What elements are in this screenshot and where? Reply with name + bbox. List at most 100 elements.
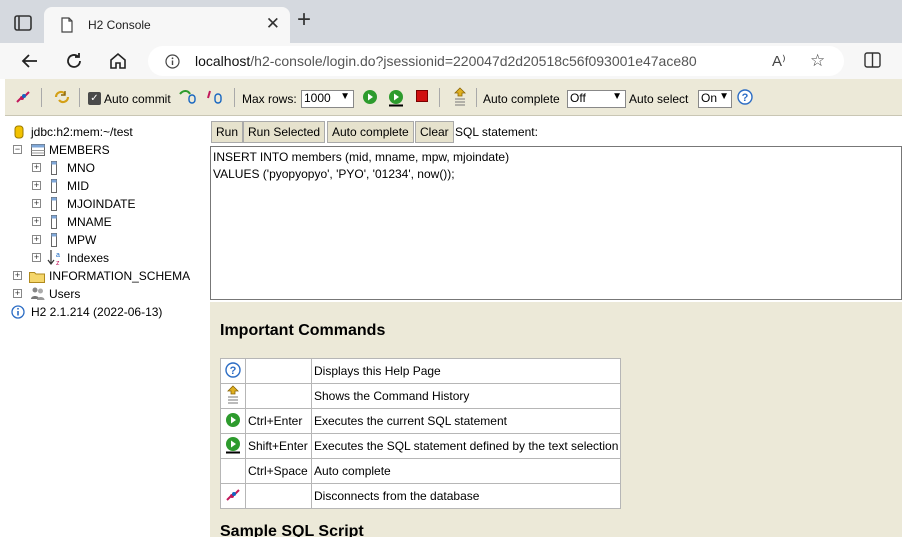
users-label: Users bbox=[49, 287, 81, 301]
svg-text:a: a bbox=[56, 252, 60, 259]
description-cell: Disconnects from the database bbox=[310, 483, 622, 509]
home-icon[interactable] bbox=[108, 51, 128, 71]
expand-icon[interactable]: + bbox=[32, 235, 41, 244]
browser-tab[interactable]: H2 Console ✕ bbox=[44, 7, 290, 43]
address-bar-row: localhost/h2-console/login.do?jsessionid… bbox=[0, 43, 902, 79]
expand-icon[interactable]: + bbox=[13, 271, 22, 280]
collapse-icon[interactable]: − bbox=[13, 145, 22, 154]
folder-icon bbox=[29, 272, 45, 283]
tab-actions-icon[interactable] bbox=[12, 12, 34, 34]
table-row: Ctrl+Enter Executes the current SQL stat… bbox=[220, 408, 622, 434]
table-row: Shows the Command History bbox=[220, 383, 622, 409]
history-icon bbox=[227, 384, 239, 403]
favorite-icon[interactable]: ☆ bbox=[810, 51, 825, 71]
tab-title: H2 Console bbox=[88, 18, 151, 32]
description-cell: Auto complete bbox=[310, 458, 622, 484]
help-icon: ? bbox=[225, 361, 241, 378]
commands-table: ? Displays this Help Page Shows the Comm… bbox=[220, 358, 622, 509]
disconnect-icon bbox=[226, 488, 240, 501]
separator bbox=[41, 88, 42, 107]
refresh-icon[interactable] bbox=[64, 51, 84, 71]
info-icon bbox=[11, 305, 25, 319]
shortcut-cell: Ctrl+Space bbox=[245, 458, 312, 484]
separator bbox=[439, 88, 440, 107]
users-icon bbox=[31, 287, 45, 300]
table-icon bbox=[31, 144, 45, 156]
table-row: ? Displays this Help Page bbox=[220, 358, 622, 384]
column-label: MPW bbox=[67, 233, 97, 247]
help-icon[interactable]: ? bbox=[737, 89, 753, 105]
separator bbox=[79, 88, 80, 107]
run-selected-icon bbox=[226, 436, 240, 453]
sql-input[interactable]: INSERT INTO members (mid, mname, mpw, mj… bbox=[210, 146, 902, 300]
run-icon bbox=[226, 412, 240, 427]
expand-icon[interactable]: + bbox=[32, 199, 41, 208]
browser-tab-bar: H2 Console ✕ + bbox=[0, 0, 902, 43]
sample-sql-title: Sample SQL Script bbox=[220, 523, 364, 537]
description-cell: Executes the SQL statement defined by th… bbox=[310, 433, 622, 459]
auto-select-select[interactable]: On ▼ bbox=[698, 90, 732, 108]
sql-statement-label: SQL statement: bbox=[455, 125, 538, 139]
separator bbox=[234, 88, 235, 107]
description-cell: Shows the Command History bbox=[310, 383, 622, 409]
column-label: MNO bbox=[67, 161, 95, 175]
site-info-icon[interactable] bbox=[165, 54, 180, 69]
separator bbox=[476, 88, 477, 107]
connection-label: jdbc:h2:mem:~/test bbox=[31, 125, 133, 139]
back-icon[interactable] bbox=[20, 51, 40, 71]
run-selected-button[interactable]: Run Selected bbox=[243, 121, 326, 143]
expand-icon[interactable]: + bbox=[13, 289, 22, 298]
shortcut-cell: Ctrl+Enter bbox=[245, 408, 312, 434]
auto-complete-label: Auto complete bbox=[483, 92, 560, 106]
expand-icon[interactable]: + bbox=[32, 163, 41, 172]
table-row: Shift+Enter Executes the SQL statement d… bbox=[220, 433, 622, 459]
expand-icon[interactable]: + bbox=[32, 217, 41, 226]
expand-icon[interactable]: + bbox=[32, 253, 41, 262]
column-icon bbox=[51, 179, 57, 193]
database-icon bbox=[14, 125, 24, 139]
column-icon bbox=[51, 197, 57, 211]
description-cell: Displays this Help Page bbox=[310, 358, 622, 384]
split-screen-icon[interactable] bbox=[864, 52, 881, 68]
shortcut-cell bbox=[245, 383, 312, 409]
page-icon bbox=[61, 17, 73, 33]
refresh-tree-icon[interactable] bbox=[53, 89, 71, 105]
svg-text:?: ? bbox=[742, 92, 749, 104]
shortcut-cell bbox=[245, 358, 312, 384]
run-selected-icon[interactable] bbox=[387, 89, 405, 107]
rollback-icon[interactable] bbox=[206, 89, 224, 105]
new-tab-icon[interactable]: + bbox=[297, 8, 311, 32]
column-label: MJOINDATE bbox=[67, 197, 136, 211]
h2-toolbar: ✓ Auto commit Max rows: 1000 ▼ Auto compl… bbox=[5, 79, 902, 116]
expand-icon[interactable]: + bbox=[32, 181, 41, 190]
auto-commit-label: Auto commit bbox=[104, 92, 171, 106]
column-icon bbox=[51, 161, 57, 175]
version-label: H2 2.1.214 (2022-06-13) bbox=[31, 305, 163, 319]
auto-commit-checkbox[interactable]: ✓ bbox=[88, 92, 101, 105]
column-label: MID bbox=[67, 179, 89, 193]
max-rows-label: Max rows: bbox=[242, 92, 297, 106]
history-icon[interactable] bbox=[452, 87, 468, 107]
clear-button[interactable]: Clear bbox=[415, 121, 454, 143]
empty-icon-cell bbox=[220, 458, 246, 484]
read-aloud-icon[interactable]: A⁾ bbox=[772, 52, 786, 70]
url-field[interactable]: localhost/h2-console/login.do?jsessionid… bbox=[148, 46, 844, 76]
indexes-label: Indexes bbox=[67, 251, 110, 265]
schema-tree: jdbc:h2:mem:~/test − MEMBERS + MNO + MID… bbox=[5, 116, 210, 537]
max-rows-select[interactable]: 1000 ▼ bbox=[301, 90, 354, 108]
commit-icon[interactable] bbox=[178, 89, 196, 105]
table-row: Disconnects from the database bbox=[220, 483, 622, 509]
auto-complete-select[interactable]: Off ▼ bbox=[567, 90, 626, 108]
column-icon bbox=[51, 233, 57, 247]
help-title: Important Commands bbox=[220, 322, 386, 339]
query-button-bar: Run Run Selected Auto complete Clear SQL… bbox=[210, 116, 902, 146]
disconnect-icon[interactable] bbox=[15, 89, 31, 105]
run-button[interactable]: Run bbox=[211, 121, 244, 143]
close-tab-icon[interactable]: ✕ bbox=[266, 14, 280, 34]
run-icon[interactable] bbox=[362, 89, 378, 105]
auto-complete-button[interactable]: Auto complete bbox=[327, 121, 414, 143]
shortcut-cell: Shift+Enter bbox=[245, 433, 312, 459]
result-panel: Important Commands ? Displays this Help … bbox=[210, 302, 902, 537]
stop-icon[interactable] bbox=[415, 89, 429, 103]
url-text: localhost/h2-console/login.do?jsessionid… bbox=[195, 53, 697, 69]
